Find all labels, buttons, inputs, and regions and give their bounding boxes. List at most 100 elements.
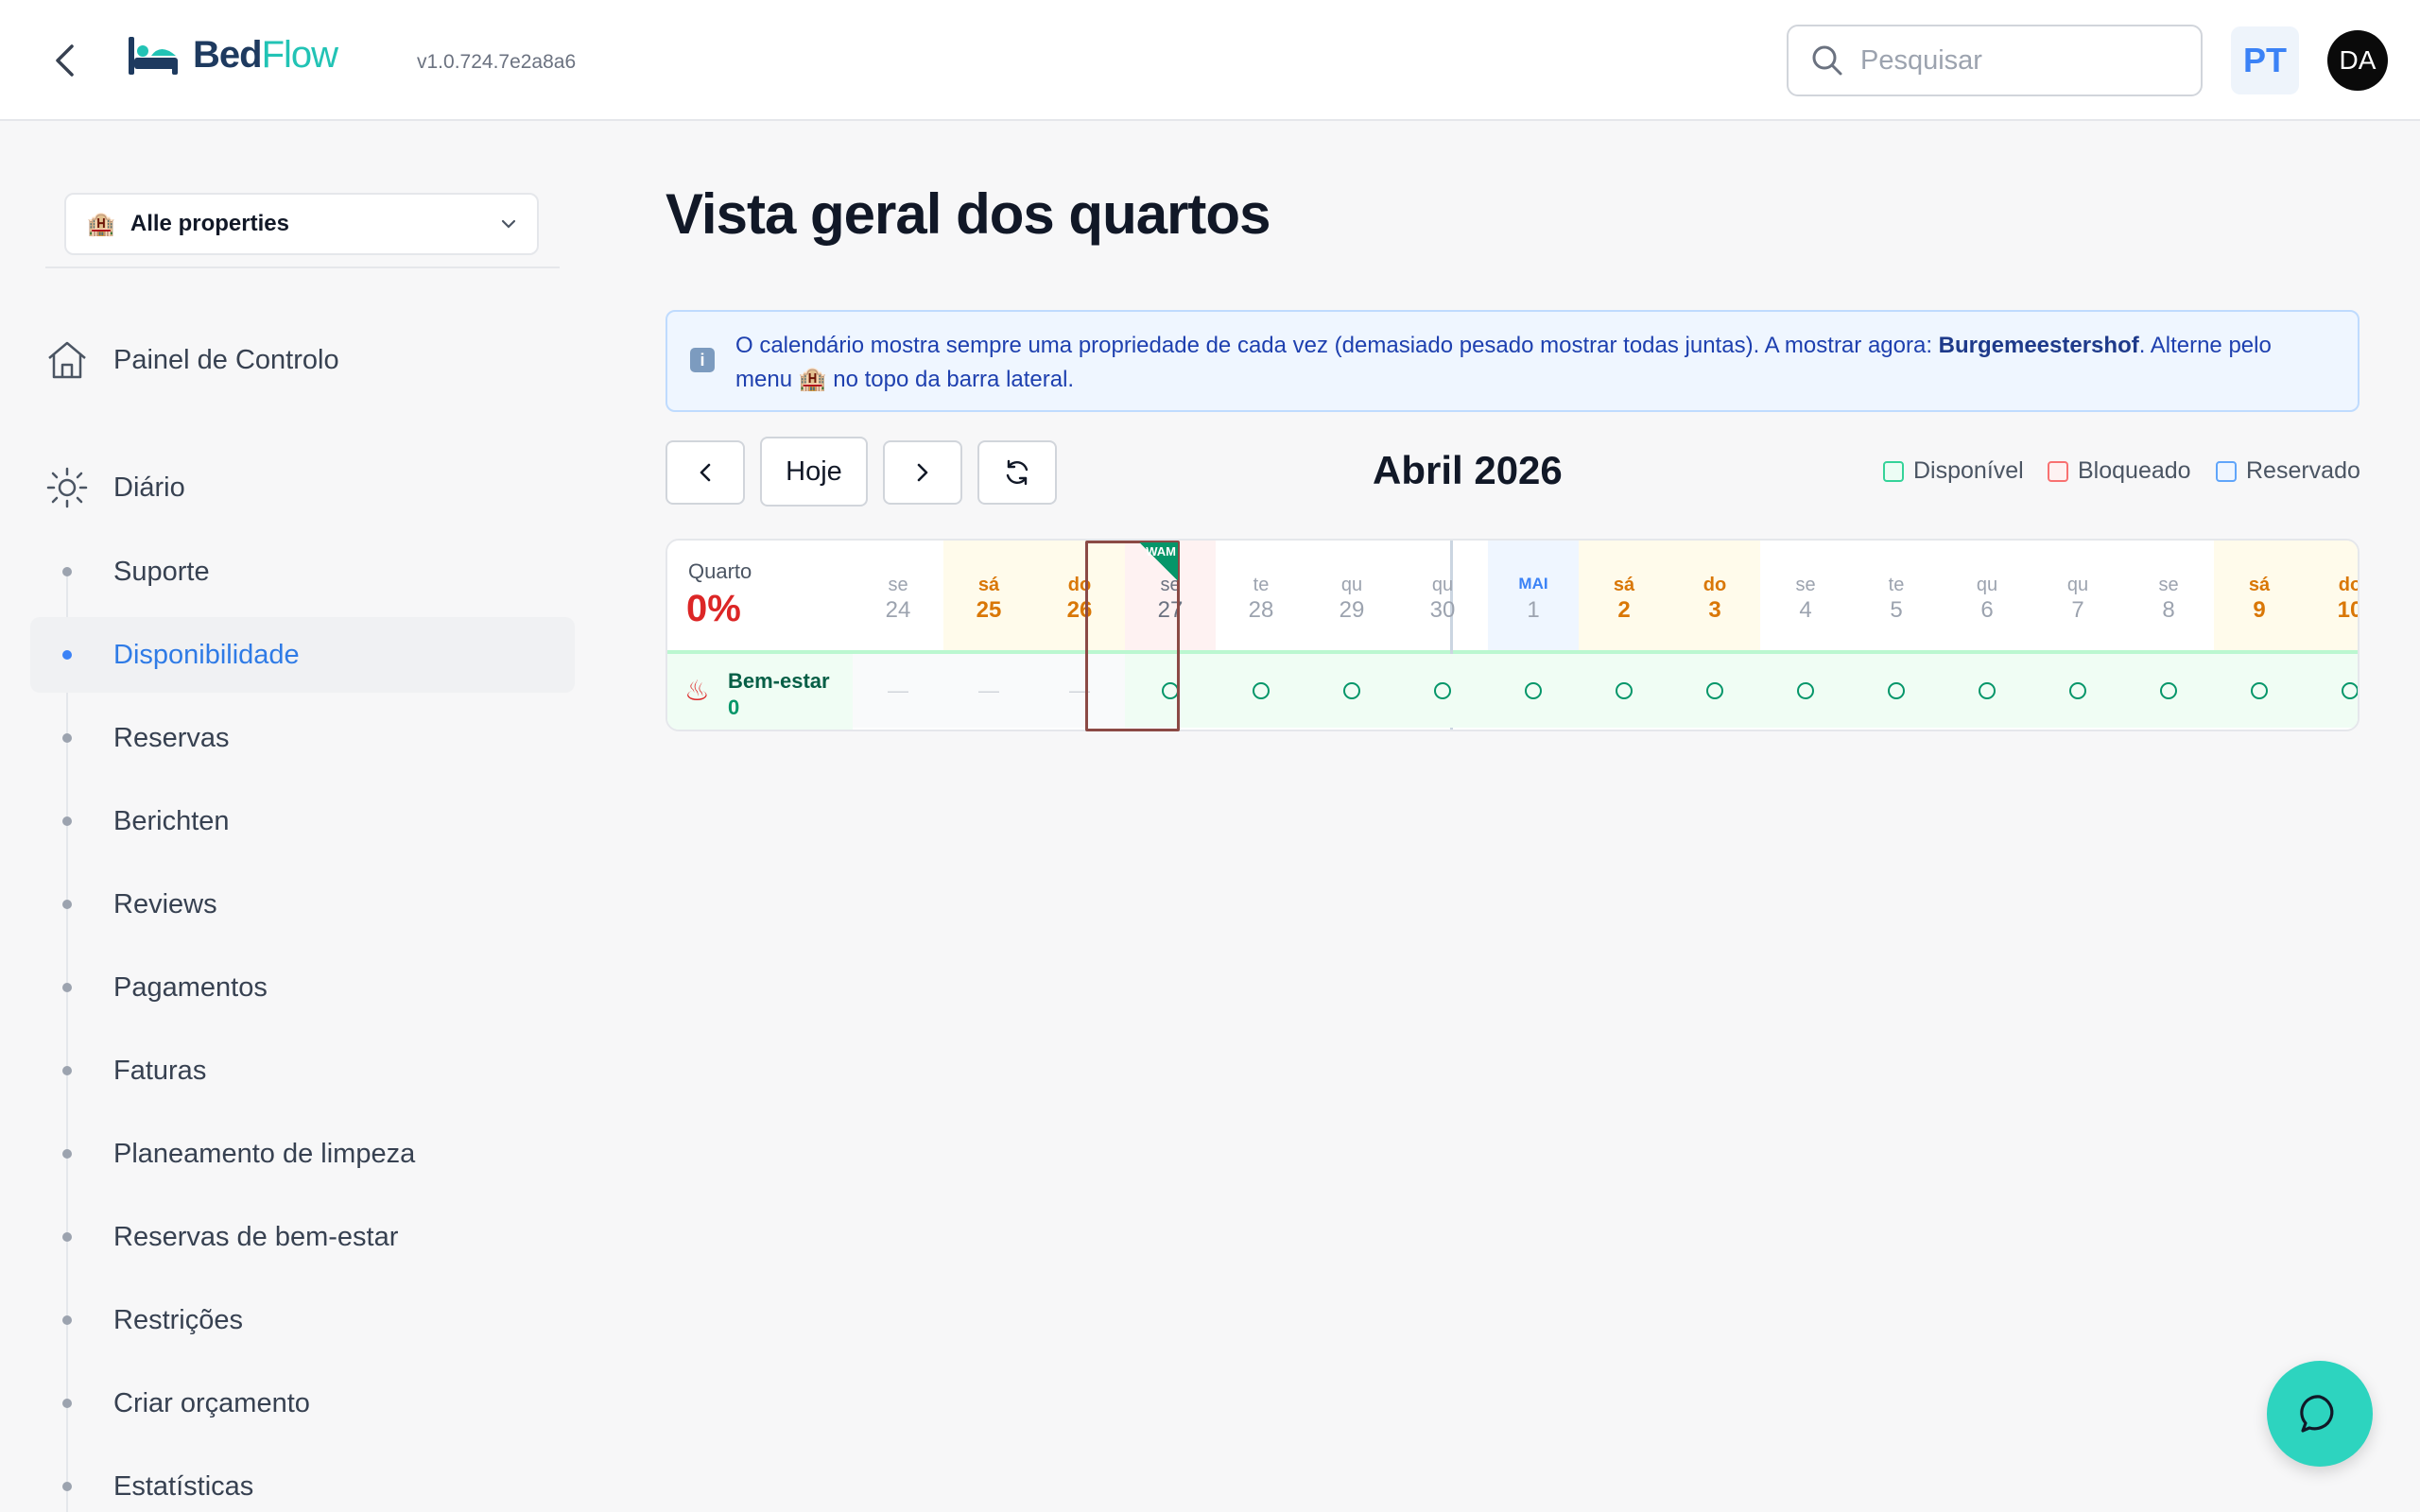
sidebar-item-daily[interactable]: Diário bbox=[45, 466, 185, 509]
available-day-cell[interactable] bbox=[2032, 654, 2123, 728]
day-number: 4 bbox=[1799, 597, 1812, 623]
day-name: sá bbox=[2248, 575, 2271, 595]
day-name: qu bbox=[2066, 575, 2089, 595]
available-circle-icon bbox=[1253, 682, 1270, 699]
next-period-button[interactable] bbox=[883, 440, 962, 505]
day-header: sá 2 bbox=[1579, 541, 1669, 650]
sidebar-item-label: Planeamento de limpeza bbox=[113, 1138, 416, 1169]
available-day-cell[interactable] bbox=[1216, 654, 1306, 728]
available-day-cell[interactable] bbox=[1579, 654, 1669, 728]
legend-label: Disponível bbox=[1913, 457, 2024, 484]
sidebar-item-reservations[interactable]: Reservas bbox=[30, 700, 575, 776]
sidebar-item-label: Reservas bbox=[113, 722, 230, 753]
available-day-cell[interactable] bbox=[2123, 654, 2214, 728]
sidebar-item-dashboard[interactable]: Painel de Controlo bbox=[45, 338, 339, 382]
day-number: 6 bbox=[1980, 597, 1994, 623]
language-button[interactable]: PT bbox=[2231, 26, 2299, 94]
today-button[interactable]: Hoje bbox=[760, 437, 868, 507]
legend-label: Bloqueado bbox=[2078, 457, 2191, 484]
search-input[interactable] bbox=[1860, 44, 2163, 77]
available-circle-icon bbox=[2160, 682, 2177, 699]
sidebar-item-wellness[interactable]: Reservas de bem-estar bbox=[30, 1199, 575, 1275]
past-day-cell: — bbox=[853, 654, 943, 728]
sidebar-item-payments[interactable]: Pagamentos bbox=[30, 950, 575, 1025]
available-circle-icon bbox=[1434, 682, 1451, 699]
available-day-cell[interactable] bbox=[1397, 654, 1488, 728]
available-circle-icon bbox=[1979, 682, 1996, 699]
sidebar-item-cleaning[interactable]: Planeamento de limpeza bbox=[30, 1116, 575, 1192]
day-header: MAI 1 bbox=[1488, 541, 1579, 650]
available-day-cell[interactable] bbox=[1942, 654, 2032, 728]
sidebar-item-label: Criar orçamento bbox=[113, 1387, 310, 1418]
available-circle-icon bbox=[2069, 682, 2086, 699]
past-day-cell: — bbox=[943, 654, 1034, 728]
available-day-cell[interactable] bbox=[1306, 654, 1397, 728]
chevron-right-icon bbox=[917, 463, 928, 482]
legend-label: Reservado bbox=[2246, 457, 2360, 484]
day-name: do bbox=[1703, 575, 1727, 595]
prev-period-button[interactable] bbox=[666, 440, 745, 505]
search-icon bbox=[1812, 45, 1842, 76]
sidebar-divider bbox=[45, 266, 560, 268]
available-circle-icon bbox=[1343, 682, 1360, 699]
available-day-cell[interactable] bbox=[2214, 654, 2305, 728]
info-banner: i O calendário mostra sempre uma proprie… bbox=[666, 310, 2360, 412]
day-name: qu bbox=[1340, 575, 1363, 595]
sidebar-item-messages[interactable]: Berichten bbox=[30, 783, 575, 859]
sidebar-item-restrictions[interactable]: Restrições bbox=[30, 1282, 575, 1358]
info-text-start: O calendário mostra sempre uma proprieda… bbox=[735, 333, 1939, 358]
day-number: 2 bbox=[1617, 597, 1631, 623]
day-number: 24 bbox=[885, 597, 911, 623]
nav-dot bbox=[62, 1149, 72, 1159]
nav-dot bbox=[62, 567, 72, 576]
back-button[interactable] bbox=[47, 38, 81, 83]
sidebar-item-availability[interactable]: Disponibilidade bbox=[30, 617, 575, 693]
calendar-header-room-column: Quarto 0% bbox=[667, 541, 853, 652]
day-number: 5 bbox=[1890, 597, 1903, 623]
day-number: 10 bbox=[2337, 597, 2358, 623]
brand-name-part1: Bed bbox=[193, 34, 263, 76]
user-avatar[interactable]: DA bbox=[2327, 30, 2388, 91]
day-header: qu 30 bbox=[1397, 541, 1488, 650]
day-name: te bbox=[1253, 575, 1270, 595]
hot-springs-icon: ♨ bbox=[684, 676, 710, 707]
available-circle-icon bbox=[1616, 682, 1633, 699]
sidebar-item-statistics[interactable]: Estatísticas bbox=[30, 1449, 575, 1512]
chat-button[interactable] bbox=[2267, 1361, 2373, 1467]
available-day-cell[interactable] bbox=[1851, 654, 1942, 728]
day-number: 29 bbox=[1339, 597, 1365, 623]
day-number: 25 bbox=[976, 597, 1002, 623]
search-box[interactable] bbox=[1787, 25, 2203, 96]
month-title: Abril 2026 bbox=[1373, 448, 1563, 492]
day-name: te bbox=[1888, 575, 1905, 595]
brand-logo[interactable]: BedFlow bbox=[127, 34, 338, 77]
nav-dot bbox=[62, 983, 72, 992]
property-selector[interactable]: 🏨 Alle properties bbox=[64, 193, 539, 255]
day-header: se 4 bbox=[1760, 541, 1851, 650]
day-number: 30 bbox=[1429, 597, 1456, 623]
chat-icon bbox=[2300, 1395, 2334, 1433]
nav-dot bbox=[62, 1315, 72, 1325]
property-selector-label: Alle properties bbox=[130, 211, 289, 236]
available-day-cell[interactable] bbox=[1488, 654, 1579, 728]
sun-icon bbox=[46, 467, 88, 508]
day-header: qu 7 bbox=[2032, 541, 2123, 650]
day-name: MAI bbox=[1518, 575, 1548, 593]
available-circle-icon bbox=[1797, 682, 1814, 699]
day-header: sá 9 bbox=[2214, 541, 2305, 650]
available-day-cell[interactable] bbox=[1760, 654, 1851, 728]
refresh-button[interactable] bbox=[977, 440, 1057, 505]
day-name: se bbox=[888, 575, 908, 595]
day-header: do 3 bbox=[1669, 541, 1760, 650]
sidebar-item-support[interactable]: Suporte bbox=[30, 534, 575, 610]
day-name: se bbox=[1795, 575, 1816, 595]
available-day-cell[interactable] bbox=[1669, 654, 1760, 728]
available-day-cell[interactable] bbox=[2305, 654, 2358, 728]
sidebar-item-invoices[interactable]: Faturas bbox=[30, 1033, 575, 1108]
brand-name-part2: Flow bbox=[261, 34, 338, 76]
sidebar-item-quote[interactable]: Criar orçamento bbox=[30, 1366, 575, 1441]
refresh-icon bbox=[1006, 459, 1028, 486]
sidebar-item-reviews[interactable]: Reviews bbox=[30, 867, 575, 942]
room-row-label[interactable]: ♨ Bem-estar 0 bbox=[667, 654, 853, 730]
legend-available: Disponível bbox=[1883, 457, 2024, 485]
